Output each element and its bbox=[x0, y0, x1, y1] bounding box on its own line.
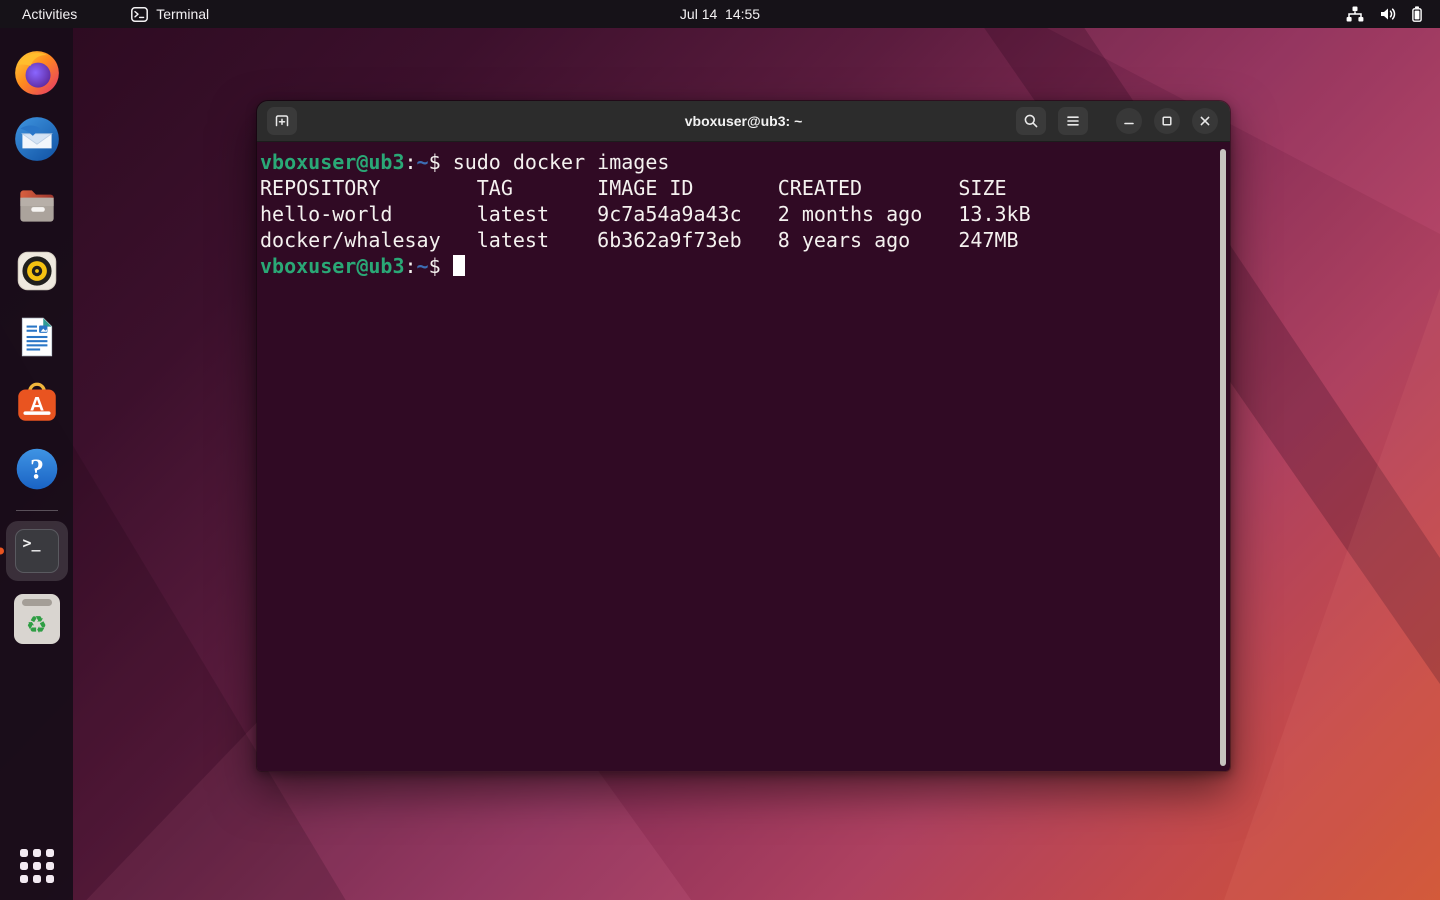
firefox-icon bbox=[12, 48, 62, 98]
terminal-prompt-line: vboxuser@ub3:~$ sudo docker images bbox=[260, 149, 1216, 175]
dock-item-firefox[interactable] bbox=[9, 45, 65, 101]
terminal-window: vboxuser@ub3: ~ bbox=[256, 100, 1231, 772]
dock-item-rhythmbox[interactable] bbox=[9, 243, 65, 299]
docker-images-row: hello-world latest 9c7a54a9a43c 2 months… bbox=[260, 201, 1216, 227]
trash-lid bbox=[22, 599, 52, 606]
battery-icon bbox=[1412, 6, 1422, 22]
help-question-glyph: ? bbox=[29, 454, 43, 485]
prompt-path: ~ bbox=[417, 254, 429, 278]
system-status-area[interactable] bbox=[1346, 0, 1440, 28]
libreoffice-writer-icon bbox=[12, 312, 62, 362]
app-menu-label: Terminal bbox=[156, 6, 209, 22]
activities-button[interactable]: Activities bbox=[0, 0, 99, 28]
prompt-user-host: vboxuser@ub3 bbox=[260, 150, 405, 174]
thunderbird-icon bbox=[12, 114, 62, 164]
app-menu-terminal[interactable]: Terminal bbox=[117, 0, 223, 28]
desktop: Activities Terminal Jul 14 14:55 bbox=[0, 0, 1440, 900]
terminal-prompt-line: vboxuser@ub3:~$ bbox=[260, 253, 1216, 279]
terminal-content[interactable]: vboxuser@ub3:~$ sudo docker images REPOS… bbox=[257, 142, 1230, 772]
rhythmbox-icon bbox=[12, 246, 62, 296]
close-button[interactable] bbox=[1192, 108, 1218, 134]
dock-separator bbox=[16, 510, 58, 511]
volume-icon bbox=[1379, 6, 1397, 22]
network-wired-icon bbox=[1346, 6, 1364, 22]
trash-icon: ♻ bbox=[14, 594, 60, 644]
ubuntu-software-icon: A bbox=[12, 378, 62, 428]
terminal-app-icon bbox=[131, 7, 148, 22]
dock-item-ubuntu-software[interactable]: A bbox=[9, 375, 65, 431]
docker-images-header-row: REPOSITORY TAG IMAGE ID CREATED SIZE bbox=[260, 175, 1216, 201]
terminal-scrollbar[interactable] bbox=[1220, 149, 1226, 766]
help-icon: ? bbox=[12, 444, 62, 494]
maximize-button[interactable] bbox=[1154, 108, 1180, 134]
dock-item-thunderbird[interactable] bbox=[9, 111, 65, 167]
dock-item-trash[interactable]: ♻ bbox=[9, 591, 65, 647]
files-icon bbox=[12, 180, 62, 230]
prompt-path: ~ bbox=[417, 150, 429, 174]
terminal-icon: >_ bbox=[15, 529, 59, 573]
dock: A ? >_ bbox=[0, 28, 73, 900]
top-bar: Activities Terminal Jul 14 14:55 bbox=[0, 0, 1440, 28]
new-tab-button[interactable] bbox=[267, 107, 297, 135]
terminal-titlebar[interactable]: vboxuser@ub3: ~ bbox=[257, 101, 1230, 142]
dock-item-files[interactable] bbox=[9, 177, 65, 233]
search-button[interactable] bbox=[1016, 107, 1046, 135]
prompt-user-host: vboxuser@ub3 bbox=[260, 254, 405, 278]
menu-button[interactable] bbox=[1058, 107, 1088, 135]
software-letter: A bbox=[29, 393, 43, 415]
docker-images-row: docker/whalesay latest 6b362a9f73eb 8 ye… bbox=[260, 227, 1216, 253]
dock-item-libreoffice-writer[interactable] bbox=[9, 309, 65, 365]
minimize-button[interactable] bbox=[1116, 108, 1142, 134]
dock-item-terminal-active[interactable]: >_ bbox=[6, 521, 68, 581]
typed-command: sudo docker images bbox=[453, 150, 670, 174]
running-indicator-dot bbox=[0, 548, 4, 555]
show-applications-button[interactable] bbox=[17, 846, 57, 886]
dock-item-help[interactable]: ? bbox=[9, 441, 65, 497]
terminal-cursor bbox=[453, 255, 465, 276]
recycle-glyph: ♻ bbox=[26, 613, 48, 637]
